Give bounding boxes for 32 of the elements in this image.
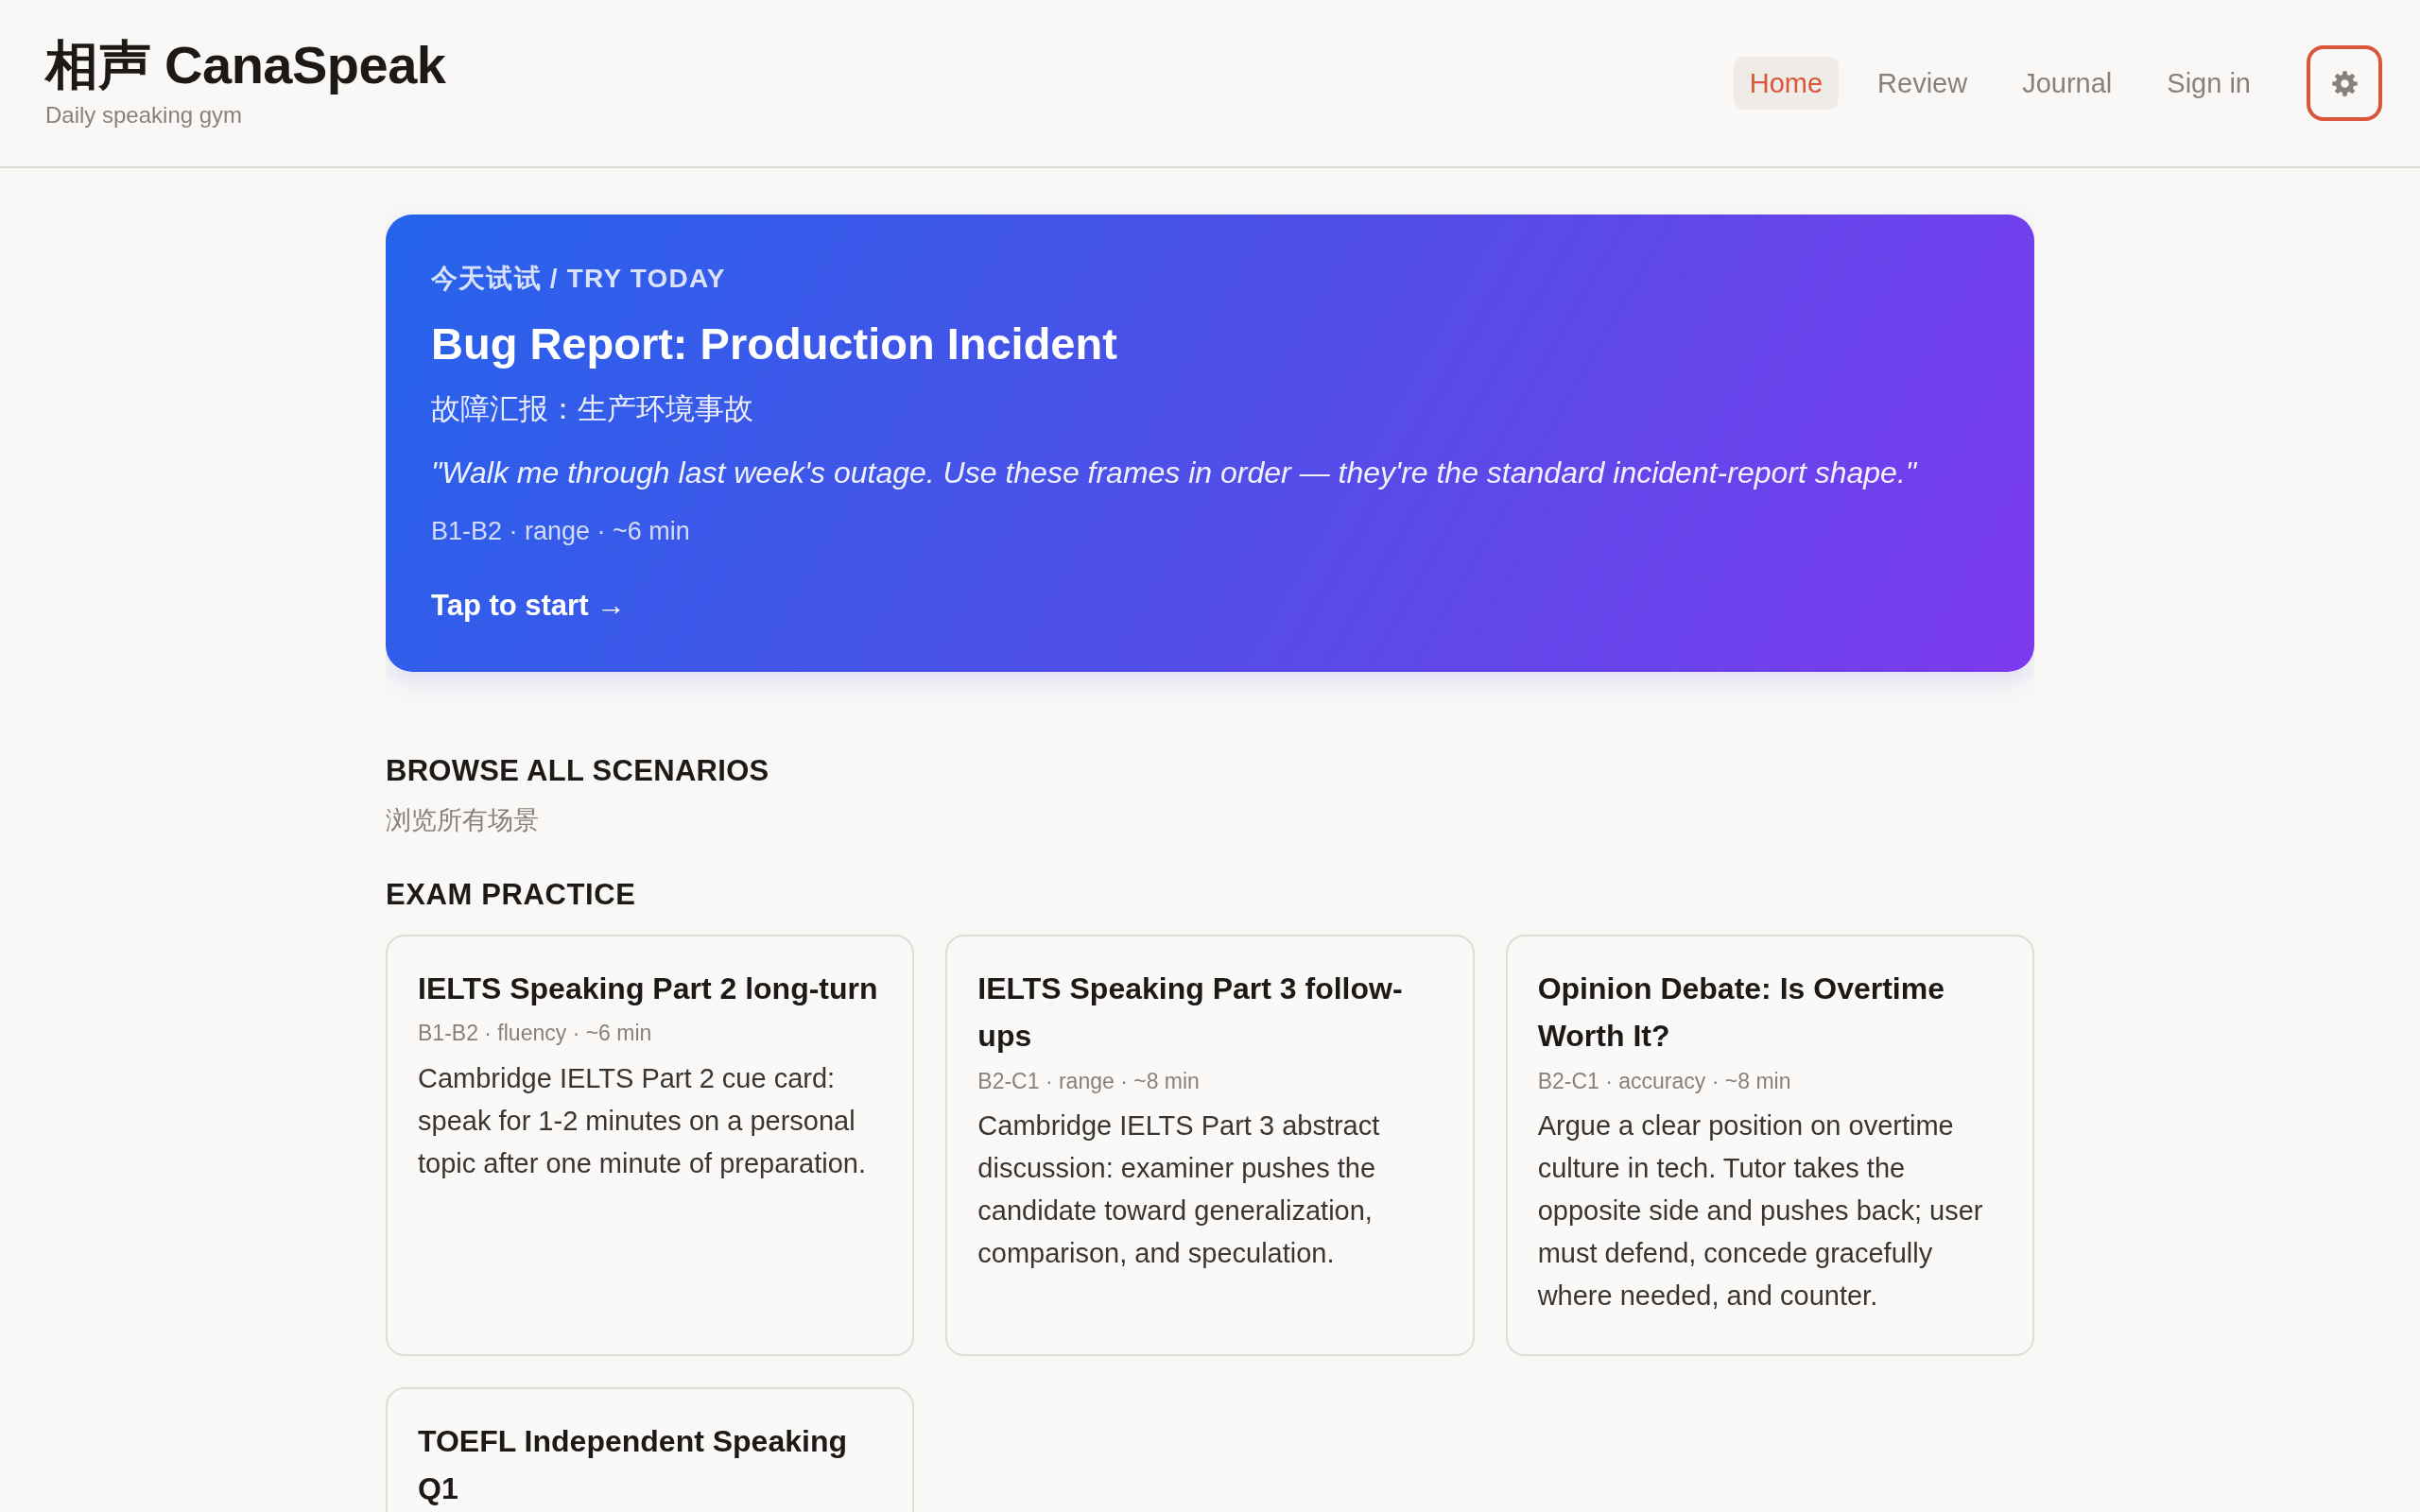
settings-button[interactable] [2307, 45, 2382, 121]
featured-quote: "Walk me through last week's outage. Use these frames in order — they're the standard incident-report shape." [431, 455, 1919, 492]
scenario-description: Cambridge IELTS Part 3 abstract discussion: examiner pushes the candidate toward generalization, comparison, and speculation. [977, 1109, 1381, 1271]
scenario-title: TOEFL Independent Speaking Q1 [418, 1422, 848, 1508]
nav-link[interactable]: Home [1733, 56, 1840, 111]
nav-link[interactable]: Review [1861, 56, 1984, 111]
start-link[interactable]: Tap to start → [431, 584, 627, 627]
featured-subtitle: 故障汇报：生产环境事故 [431, 390, 754, 427]
nav-link[interactable]: Sign in [2151, 56, 2267, 111]
app-tagline: Daily speaking gym [45, 101, 244, 130]
featured-title: Bug Report: Production Incident [431, 318, 1118, 371]
section-subheading: 浏览所有场景 [386, 804, 540, 836]
scenario-card[interactable] [1505, 934, 2034, 1356]
scenario-card[interactable]: IELTS Speaking Part 2 long-turn B1-B2 · fluency · ~6 min Cambridge IELTS Part 2 cue card: speak for 1-2 minutes on a personal topic after one minute of preparation. [386, 934, 915, 1356]
scenario-title: IELTS Speaking Part 3 follow-ups [977, 970, 1404, 1056]
scenario-title: Opinion Debate: Is Overtime Worth It? [1537, 970, 1945, 1056]
section-heading: BROWSE ALL SCENARIOS [386, 753, 770, 790]
scenario-title: IELTS Speaking Part 2 long-turn [418, 970, 879, 1007]
scenario-meta: B2-C1 · accuracy · ~8 min [1537, 1068, 1792, 1095]
featured-label: 今天试试 / TRY TODAY [431, 263, 727, 295]
scenario-meta: B1-B2 · fluency · ~6 min [418, 1020, 653, 1048]
featured-scenario-card[interactable] [386, 215, 2034, 673]
scenario-description: Cambridge IELTS Part 2 cue card: speak for 1-2 minutes on a personal topic after one minute of preparation. [418, 1061, 867, 1180]
scenario-description: Argue a clear position on overtime culture in tech. Tutor takes the opposite side and pushes back; user must defend, concede gracefully where needed, and counter. [1537, 1109, 1984, 1314]
featured-meta: B1-B2 · range · ~6 min [431, 516, 691, 548]
app-logo: 相声 CanaSpeak [45, 35, 446, 96]
nav-link[interactable]: Journal [2006, 56, 2129, 111]
category-heading: EXAM PRACTICE [386, 876, 637, 913]
scenario-card[interactable]: TOEFL Independent Speaking Q1 [386, 1386, 915, 1512]
settings-icon [2331, 70, 2358, 96]
scenario-meta: B2-C1 · range · ~8 min [977, 1068, 1201, 1095]
scenario-card[interactable]: IELTS Speaking Part 3 follow-ups B2-C1 · range · ~8 min Cambridge IELTS Part 3 abstract discussion: examiner pushes the candidate toward generalization, comparison, and speculation. [945, 934, 1475, 1356]
